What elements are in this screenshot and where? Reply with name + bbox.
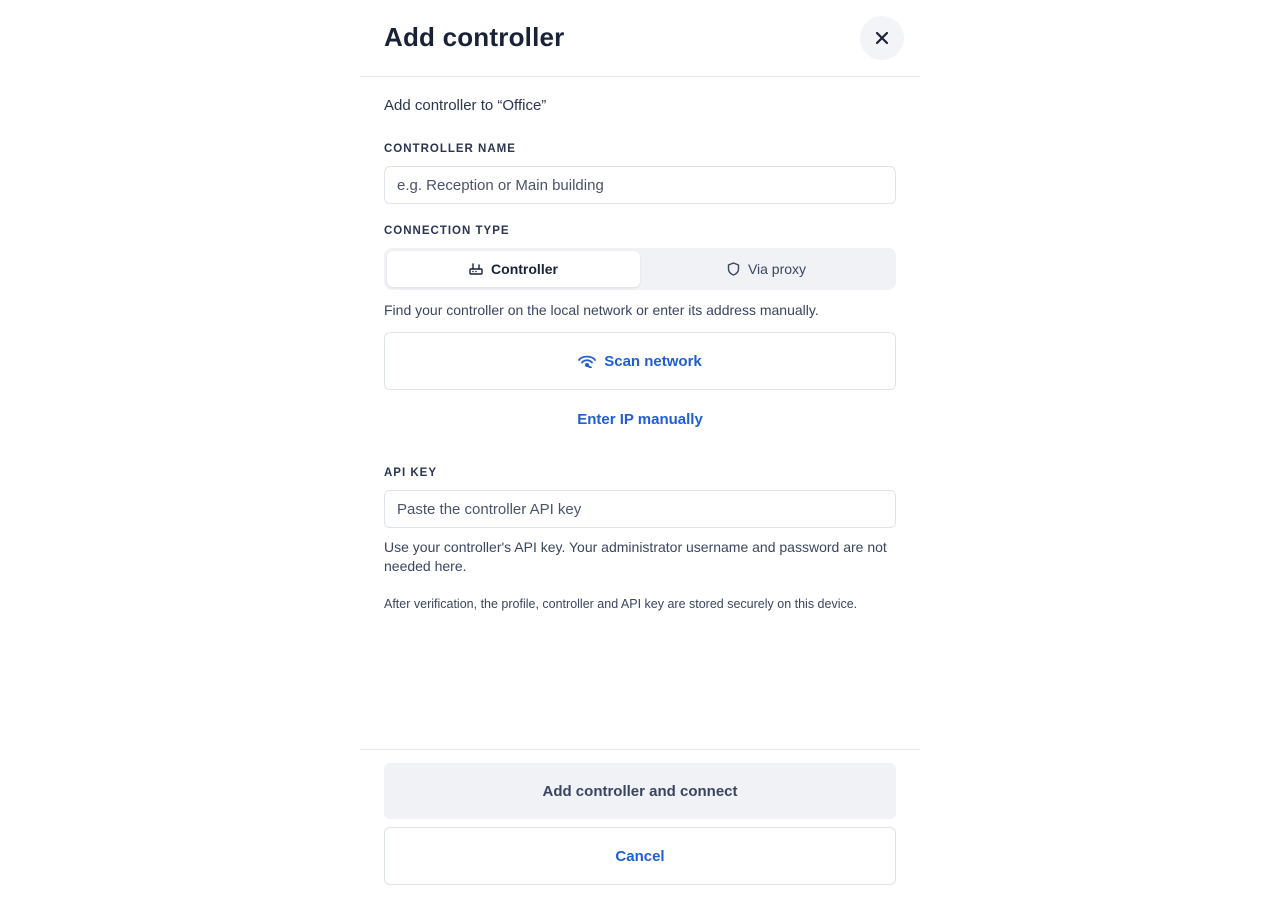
page-title: Add controller <box>384 22 565 52</box>
security-note: After verification, the profile, control… <box>384 597 858 611</box>
api-key-label: API KEY <box>384 467 438 479</box>
scan-network-button[interactable]: Scan network <box>384 332 896 390</box>
scan-icon <box>578 354 597 368</box>
cancel-button[interactable]: Cancel <box>384 827 896 885</box>
api-key-input[interactable] <box>384 490 896 528</box>
scan-network-label: Scan network <box>604 352 702 370</box>
tab-via-proxy[interactable]: Via proxy <box>640 251 893 287</box>
enter-ip-manually-button[interactable]: Enter IP manually <box>384 404 896 434</box>
connection-hint: Find your controller on the local networ… <box>384 302 819 318</box>
tab-via-proxy-label: Via proxy <box>747 261 807 277</box>
controller-name-input[interactable] <box>384 166 896 204</box>
dialog-subtitle: Add controller to “Office” <box>384 97 547 114</box>
shield-icon <box>727 262 740 276</box>
sheet-header: Add controller <box>360 0 920 77</box>
sheet-footer: Add controller and connect Cancel <box>360 749 920 900</box>
tab-controller-label: Controller <box>491 261 558 277</box>
controller-name-label: CONTROLLER NAME <box>384 143 516 155</box>
connection-type-label: CONNECTION TYPE <box>384 225 510 237</box>
api-key-help: Use your controller's API key. Your admi… <box>384 539 887 574</box>
tab-controller[interactable]: Controller <box>387 251 640 287</box>
add-controller-sheet: Add controller Add controller to “Office… <box>360 0 920 900</box>
router-icon <box>469 263 483 275</box>
add-controller-button[interactable]: Add controller and connect <box>384 763 896 819</box>
close-icon <box>875 31 889 45</box>
connection-type-selector: Controller Via proxy <box>384 248 896 290</box>
close-button[interactable] <box>860 16 904 60</box>
